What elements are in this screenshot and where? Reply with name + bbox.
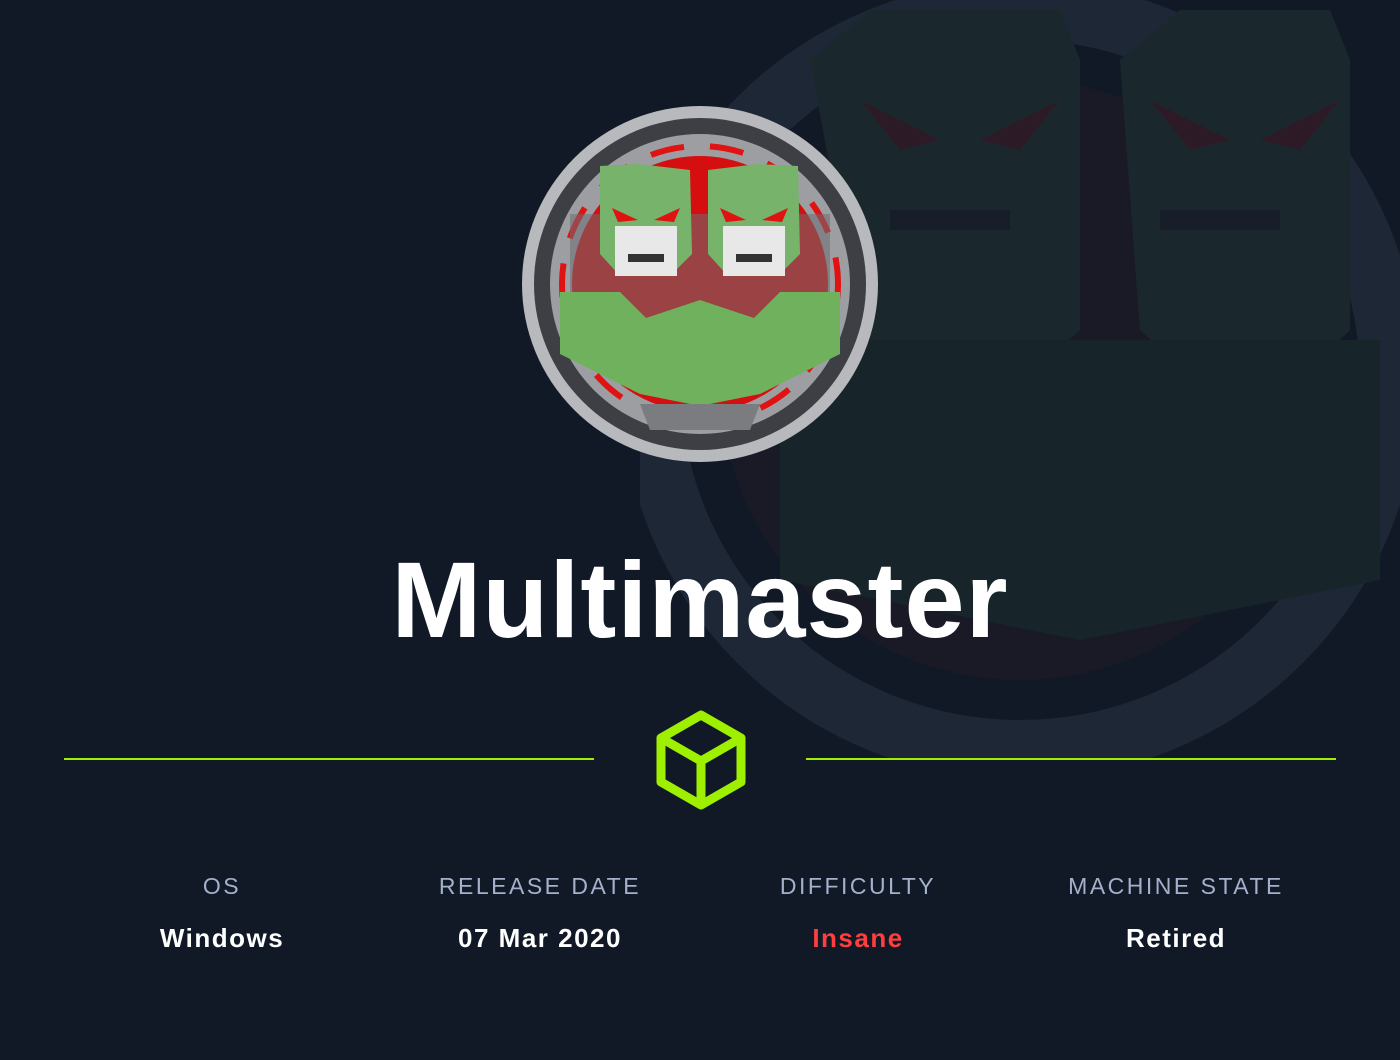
stat-os: OS Windows — [62, 868, 382, 956]
stat-value: 07 Mar 2020 — [458, 923, 622, 953]
divider-left — [64, 758, 594, 760]
stat-label: DIFFICULTY — [779, 873, 937, 899]
machine-avatar — [522, 106, 878, 462]
stat-release-date: RELEASE DATE 07 Mar 2020 — [380, 868, 700, 956]
machine-title: Multimaster — [391, 539, 1009, 660]
divider-right — [806, 758, 1336, 760]
stat-difficulty: DIFFICULTY Insane — [698, 868, 1018, 956]
stat-value: Retired — [1125, 923, 1227, 953]
stat-value: Insane — [812, 923, 904, 953]
hackthebox-cube-icon — [656, 710, 746, 810]
stat-label: OS — [202, 873, 242, 899]
stat-label: MACHINE STATE — [1068, 873, 1284, 899]
stat-value: Windows — [159, 923, 285, 953]
stat-machine-state: MACHINE STATE Retired — [1016, 868, 1336, 956]
stat-label: RELEASE DATE — [438, 873, 642, 899]
